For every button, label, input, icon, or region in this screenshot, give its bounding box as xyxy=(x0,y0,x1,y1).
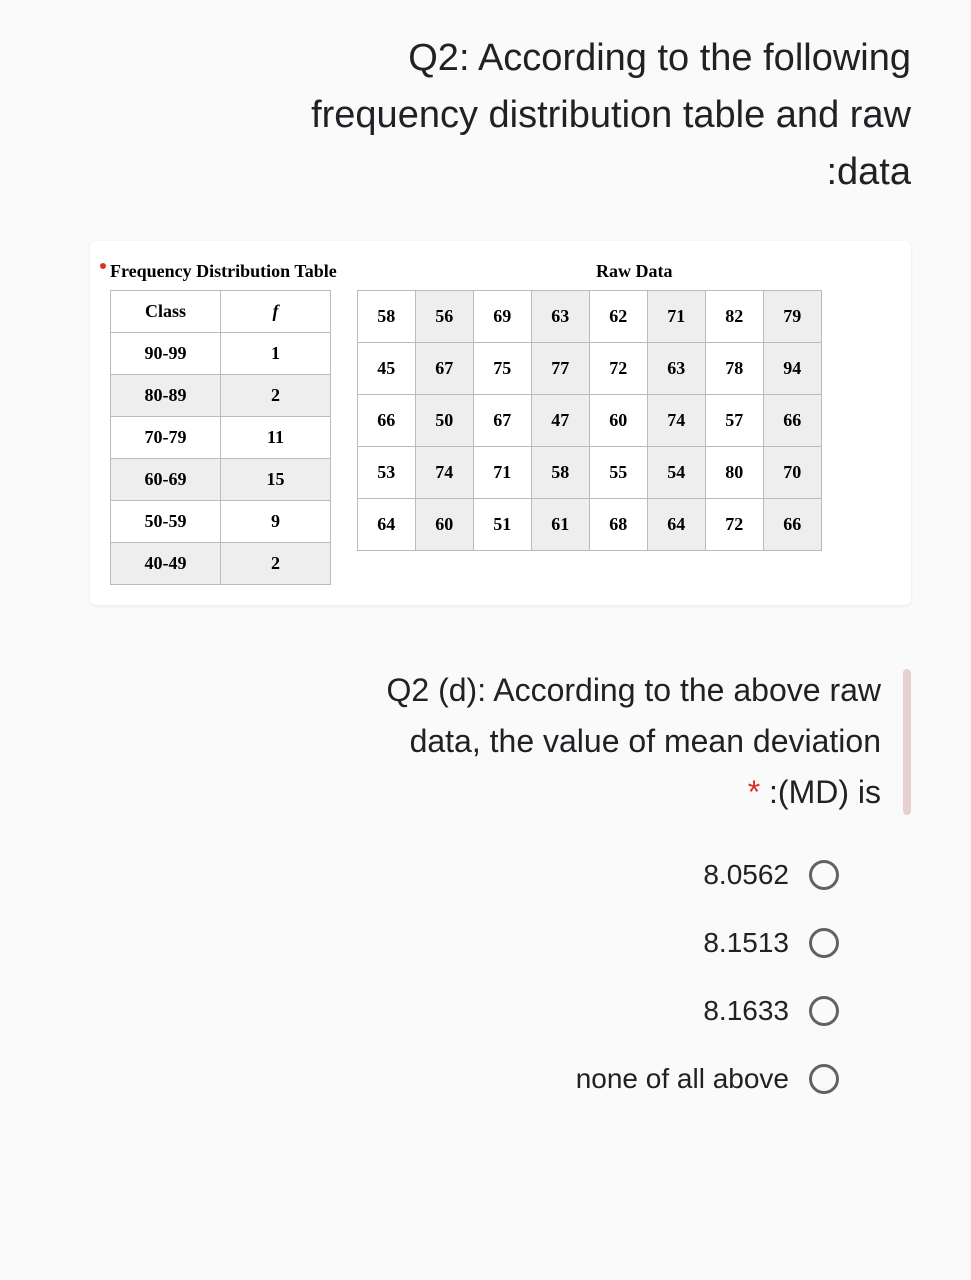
question-title: Q2: According to the following frequency… xyxy=(90,30,911,201)
raw-cell: 53 xyxy=(357,447,415,499)
raw-cell: 72 xyxy=(705,499,763,551)
freq-f: 2 xyxy=(221,543,331,585)
raw-cell: 67 xyxy=(415,343,473,395)
raw-cell: 51 xyxy=(473,499,531,551)
raw-cell: 79 xyxy=(763,291,821,343)
table-row: 45 67 75 77 72 63 78 94 xyxy=(357,343,821,395)
option-4[interactable]: none of all above xyxy=(210,1063,839,1095)
raw-cell: 77 xyxy=(531,343,589,395)
table-row: 70-79 11 xyxy=(111,417,331,459)
frequency-table: Class f 90-99 1 80-89 2 70-79 11 60-69 xyxy=(110,290,331,585)
raw-cell: 57 xyxy=(705,395,763,447)
title-line-2: frequency distribution table and raw xyxy=(311,94,911,136)
raw-cell: 54 xyxy=(647,447,705,499)
options-group: 8.0562 8.1513 8.1633 none of all above xyxy=(90,859,911,1095)
option-3[interactable]: 8.1633 xyxy=(210,995,839,1027)
radio-icon[interactable] xyxy=(809,860,839,890)
table-row: 90-99 1 xyxy=(111,333,331,375)
option-label: 8.0562 xyxy=(703,859,789,891)
freq-header-class: Class xyxy=(111,291,221,333)
title-line-3: :data xyxy=(826,151,911,193)
title-line-1: Q2: According to the following xyxy=(408,37,911,79)
tables-container: Frequency Distribution Table Class f 90-… xyxy=(90,241,911,605)
accent-bar xyxy=(903,669,911,815)
option-label: 8.1633 xyxy=(703,995,789,1027)
raw-cell: 66 xyxy=(763,499,821,551)
raw-cell: 72 xyxy=(589,343,647,395)
raw-cell: 47 xyxy=(531,395,589,447)
q2-line-1: Q2 (d): According to the above raw xyxy=(387,672,881,708)
raw-cell: 71 xyxy=(647,291,705,343)
table-row: 66 50 67 47 60 74 57 66 xyxy=(357,395,821,447)
raw-cell: 60 xyxy=(415,499,473,551)
table-row: 80-89 2 xyxy=(111,375,331,417)
frequency-table-block: Frequency Distribution Table Class f 90-… xyxy=(110,261,337,585)
raw-cell: 67 xyxy=(473,395,531,447)
q2-line-2: data, the value of mean deviation xyxy=(410,723,881,759)
raw-cell: 82 xyxy=(705,291,763,343)
raw-cell: 78 xyxy=(705,343,763,395)
table-row: 53 74 71 58 55 54 80 70 xyxy=(357,447,821,499)
freq-f: 9 xyxy=(221,501,331,543)
table-row: 40-49 2 xyxy=(111,543,331,585)
freq-f: 1 xyxy=(221,333,331,375)
option-label: none of all above xyxy=(576,1063,789,1095)
raw-cell: 64 xyxy=(647,499,705,551)
freq-f: 11 xyxy=(221,417,331,459)
freq-class: 40-49 xyxy=(111,543,221,585)
freq-class: 90-99 xyxy=(111,333,221,375)
q2-line-3: :(MD) is xyxy=(769,774,881,810)
table-row: 58 56 69 63 62 71 82 79 xyxy=(357,291,821,343)
raw-cell: 94 xyxy=(763,343,821,395)
freq-class: 70-79 xyxy=(111,417,221,459)
raw-data-block: Raw Data 58 56 69 63 62 71 82 79 45 67 7… xyxy=(357,261,822,551)
freq-class: 50-59 xyxy=(111,501,221,543)
raw-cell: 74 xyxy=(415,447,473,499)
freq-class: 80-89 xyxy=(111,375,221,417)
raw-cell: 74 xyxy=(647,395,705,447)
raw-cell: 60 xyxy=(589,395,647,447)
raw-cell: 63 xyxy=(531,291,589,343)
raw-section-title: Raw Data xyxy=(357,261,822,282)
raw-cell: 50 xyxy=(415,395,473,447)
radio-icon[interactable] xyxy=(809,1064,839,1094)
raw-cell: 63 xyxy=(647,343,705,395)
raw-cell: 69 xyxy=(473,291,531,343)
required-asterisk: * xyxy=(748,774,769,810)
radio-icon[interactable] xyxy=(809,996,839,1026)
freq-header-f: f xyxy=(221,291,331,333)
raw-cell: 75 xyxy=(473,343,531,395)
raw-cell: 71 xyxy=(473,447,531,499)
sub-question: Q2 (d): According to the above raw data,… xyxy=(90,665,911,819)
freq-section-title: Frequency Distribution Table xyxy=(110,261,337,282)
raw-cell: 66 xyxy=(357,395,415,447)
raw-cell: 61 xyxy=(531,499,589,551)
raw-cell: 70 xyxy=(763,447,821,499)
raw-cell: 45 xyxy=(357,343,415,395)
raw-cell: 55 xyxy=(589,447,647,499)
raw-cell: 66 xyxy=(763,395,821,447)
option-1[interactable]: 8.0562 xyxy=(210,859,839,891)
radio-icon[interactable] xyxy=(809,928,839,958)
table-row: 60-69 15 xyxy=(111,459,331,501)
raw-cell: 80 xyxy=(705,447,763,499)
freq-class: 60-69 xyxy=(111,459,221,501)
table-row: 64 60 51 61 68 64 72 66 xyxy=(357,499,821,551)
table-row: 50-59 9 xyxy=(111,501,331,543)
freq-f: 2 xyxy=(221,375,331,417)
raw-cell: 56 xyxy=(415,291,473,343)
raw-cell: 64 xyxy=(357,499,415,551)
raw-cell: 62 xyxy=(589,291,647,343)
option-2[interactable]: 8.1513 xyxy=(210,927,839,959)
freq-f: 15 xyxy=(221,459,331,501)
raw-cell: 58 xyxy=(357,291,415,343)
raw-cell: 58 xyxy=(531,447,589,499)
raw-data-table: 58 56 69 63 62 71 82 79 45 67 75 77 72 6… xyxy=(357,290,822,551)
option-label: 8.1513 xyxy=(703,927,789,959)
raw-cell: 68 xyxy=(589,499,647,551)
